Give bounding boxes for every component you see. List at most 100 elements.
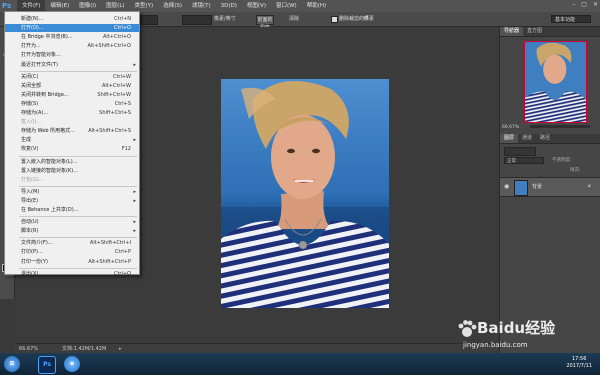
front-image-button[interactable]: 前面的图像 xyxy=(256,15,274,31)
file-menu-item[interactable]: 自动(U) ▸ xyxy=(5,218,139,226)
file-menu-item[interactable]: 文件简介(F)... Alt+Shift+Ctrl+I xyxy=(5,239,139,247)
layer-row-background[interactable]: ◉ 背景 🔒︎ xyxy=(500,177,600,197)
navigator-zoom[interactable]: 66.67% xyxy=(502,125,519,130)
baidu-watermark: Baidu经验 jingyan.baidu.com xyxy=(455,305,600,353)
menu-item-label: 自动(U) xyxy=(21,219,39,226)
crop-width-field[interactable] xyxy=(140,15,158,25)
blend-mode-select[interactable]: 正常 xyxy=(504,157,544,164)
file-menu-item[interactable]: 关闭全部 Alt+Ctrl+W xyxy=(5,82,139,90)
windows-taskbar: ⊞ Ps e 17:56 2017/7/11 xyxy=(0,353,600,375)
file-menu-item[interactable]: 打印(P)... Ctrl+P xyxy=(5,248,139,256)
tab-navigator[interactable]: 导航器 xyxy=(500,27,524,36)
menu-item-label: 在 Bridge 中浏览(B)... xyxy=(21,34,73,41)
layer-thumbnail xyxy=(514,180,528,196)
taskbar-photoshop-icon[interactable]: Ps xyxy=(38,356,56,374)
file-menu-item: 签入(I)... xyxy=(5,118,139,126)
reset-icon[interactable]: ↺ xyxy=(363,14,371,23)
menu-item-shortcut: Alt+Ctrl+O xyxy=(103,34,131,41)
file-menu-item: 打包(G)... xyxy=(5,176,139,184)
file-menu-item[interactable]: 置入嵌入的智能对象(L)... xyxy=(5,158,139,166)
maximize-button[interactable]: ▢ xyxy=(581,1,587,8)
menu-3d[interactable]: 3D(D) xyxy=(216,0,242,12)
layer-filter-select[interactable] xyxy=(504,147,536,156)
navigator-thumbnail[interactable] xyxy=(524,41,587,123)
clock-time: 17:56 xyxy=(571,356,587,362)
menu-item-label: 生成 xyxy=(21,137,32,144)
menu-item-label: 置入嵌入的智能对象(L)... xyxy=(21,158,78,165)
menu-item-label: 存储为(A)... xyxy=(21,110,49,116)
menu-item-label: 打开为智能对象... xyxy=(21,52,61,59)
tab-layers[interactable]: 图层 xyxy=(500,134,519,143)
file-menu-item[interactable]: 在 Bridge 中浏览(B)... Alt+Ctrl+O xyxy=(5,33,139,41)
menu-item-label: 新建(N)... xyxy=(21,16,44,22)
menu-item-shortcut: Ctrl+S xyxy=(114,100,131,107)
file-menu-item[interactable]: 打开为智能对象... xyxy=(5,51,139,59)
file-menu-item[interactable]: 打开(O)... Ctrl+O xyxy=(5,24,139,33)
menu-item-label: 置入链接的智能对象(K)... xyxy=(21,167,78,174)
menu-item-shortcut: Shift+Ctrl+S xyxy=(99,110,131,116)
unit-select[interactable]: 像素/英寸 xyxy=(214,15,236,23)
clear-button[interactable]: 清除 xyxy=(289,15,299,23)
delete-cropped-checkbox[interactable] xyxy=(331,16,338,23)
file-menu-item[interactable]: 新建(N)... Ctrl+N xyxy=(5,15,139,23)
submenu-arrow-icon: ▸ xyxy=(133,188,136,195)
layer-visibility-eye-icon[interactable]: ◉ xyxy=(504,183,509,190)
menu-item-shortcut: Alt+Shift+Ctrl+P xyxy=(88,258,131,265)
file-menu-item[interactable]: 打印一份(Y) Alt+Shift+Ctrl+P xyxy=(5,258,139,266)
layer-lock-icon: 🔒︎ xyxy=(588,183,591,189)
menu-item-label: 关闭全部 xyxy=(21,82,42,89)
menu-item-label: 在 Behance 上共享(D)... xyxy=(21,207,79,213)
file-menu-item[interactable]: 存储为(A)... Shift+Ctrl+S xyxy=(5,109,139,117)
menu-separator xyxy=(19,185,137,187)
system-clock[interactable]: 17:56 2017/7/11 xyxy=(566,356,592,370)
close-button[interactable]: ✕ xyxy=(593,1,598,8)
document-image[interactable] xyxy=(221,79,389,308)
workspace-select[interactable]: 基本功能 xyxy=(551,15,591,23)
tab-histogram[interactable]: 直方图 xyxy=(523,27,546,36)
file-menu-dropdown: 新建(N)... Ctrl+N 打开(O)... Ctrl+O 在 Bridge 中浏览… xyxy=(4,11,140,278)
file-menu-item[interactable]: 存储为 Web 所用格式... Alt+Shift+Ctrl+S xyxy=(5,127,139,135)
fill-label: 填充: xyxy=(570,168,581,173)
file-menu-item[interactable]: 关闭(C) Ctrl+W xyxy=(5,73,139,81)
menu-item-label: 导出(E) xyxy=(21,197,39,204)
menu-item-label: 存储(S) xyxy=(21,100,39,107)
taskbar-browser-icon[interactable]: e xyxy=(64,356,80,372)
submenu-arrow-icon: ▸ xyxy=(133,219,136,226)
tab-paths[interactable]: 路径 xyxy=(536,134,554,143)
file-menu-item[interactable]: 恢复(V) F12 xyxy=(5,145,139,153)
menu-item-shortcut: Alt+Ctrl+W xyxy=(102,82,131,89)
file-menu-item[interactable]: 打开为... Alt+Shift+Ctrl+O xyxy=(5,42,139,50)
menu-item-label: 签入(I)... xyxy=(21,119,42,126)
tab-channels[interactable]: 通道 xyxy=(518,134,536,143)
photo-girl-striped-shirt xyxy=(221,79,389,308)
navigator-zoom-slider[interactable] xyxy=(530,125,590,128)
file-menu-item[interactable]: 最近打开文件(T) ▸ xyxy=(5,61,139,69)
menu-select[interactable]: 选择(S) xyxy=(158,0,187,12)
layers-tabs: 图层 通道 路径 xyxy=(500,134,600,144)
menu-window[interactable]: 窗口(W) xyxy=(271,0,302,12)
submenu-arrow-icon: ▸ xyxy=(133,228,136,235)
resolution-field[interactable] xyxy=(182,15,212,25)
file-menu-item[interactable]: 置入链接的智能对象(K)... xyxy=(5,167,139,175)
menu-item-label: 打开(O)... xyxy=(21,25,44,32)
minimize-button[interactable]: – xyxy=(572,1,575,8)
menu-help[interactable]: 帮助(H) xyxy=(302,0,331,12)
menu-item-shortcut: Shift+Ctrl+W xyxy=(97,91,131,98)
menu-separator xyxy=(19,70,137,72)
menu-filter[interactable]: 滤镜(T) xyxy=(187,0,216,12)
file-menu-item[interactable]: 关闭并转到 Bridge... Shift+Ctrl+W xyxy=(5,91,139,99)
start-button-icon[interactable]: ⊞ xyxy=(4,356,20,372)
file-menu-item[interactable]: 存储(S) Ctrl+S xyxy=(5,100,139,108)
menu-item-label: 恢复(V) xyxy=(21,146,39,153)
file-menu-item[interactable]: 脚本(R) ▸ xyxy=(5,227,139,235)
file-menu-item[interactable]: 退出(X) Ctrl+Q xyxy=(5,270,139,278)
file-menu-item[interactable]: 导出(E) ▸ xyxy=(5,197,139,205)
file-menu-item[interactable]: 生成 ▸ xyxy=(5,136,139,144)
submenu-arrow-icon: ▸ xyxy=(133,61,136,68)
submenu-arrow-icon: ▸ xyxy=(133,197,136,204)
layer-name[interactable]: 背景 xyxy=(532,183,542,190)
menu-item-label: 最近打开文件(T) xyxy=(21,61,58,68)
file-menu-item[interactable]: 在 Behance 上共享(D)... xyxy=(5,206,139,214)
file-menu-item[interactable]: 导入(M) ▸ xyxy=(5,188,139,196)
menu-view[interactable]: 视图(V) xyxy=(242,0,271,12)
